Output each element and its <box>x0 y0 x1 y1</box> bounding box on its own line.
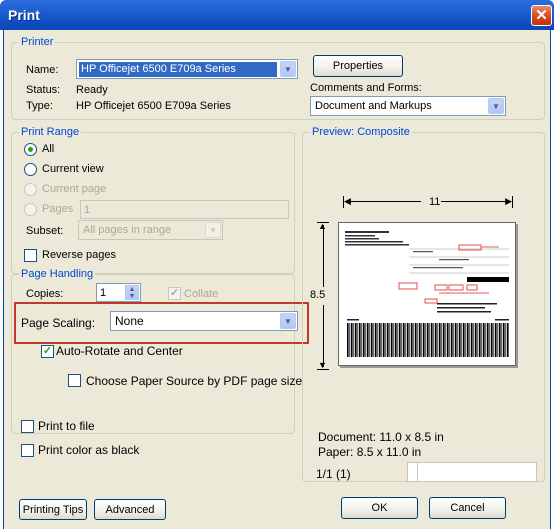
status-value: Ready <box>76 84 108 96</box>
radio-current-page-label: Current page <box>42 183 107 195</box>
printer-name-value: HP Officejet 6500 E709a Series <box>79 62 277 77</box>
preview-legend: Preview: Composite <box>310 126 412 139</box>
stepper-arrows-icon[interactable]: ▲ ▼ <box>125 285 139 300</box>
printing-tips-button[interactable]: Printing Tips <box>19 499 87 520</box>
radio-current-page[interactable] <box>24 183 37 196</box>
print-color-black-label: Print color as black <box>38 443 140 457</box>
right-arrow-icon: ▶ <box>505 196 512 206</box>
reverse-pages-label: Reverse pages <box>42 249 116 261</box>
auto-rotate-label: Auto-Rotate and Center <box>56 344 183 358</box>
subset-select[interactable]: All pages in range ▼ <box>78 220 223 240</box>
print-range-legend: Print Range <box>19 126 82 139</box>
printer-name-select[interactable]: HP Officejet 6500 E709a Series ▼ <box>76 59 298 79</box>
document-thumbnail <box>345 231 509 357</box>
up-arrow-icon: ▲ <box>318 221 327 231</box>
status-label: Status: <box>26 84 61 96</box>
document-size: Document: 11.0 x 8.5 in <box>318 430 444 444</box>
height-dimension-label: 8.5 <box>310 289 326 301</box>
paper-size: Paper: 8.5 x 11.0 in <box>318 445 422 459</box>
left-arrow-icon: ◀ <box>344 196 351 206</box>
name-label: Name: <box>26 64 59 76</box>
down-arrow-icon: ▼ <box>318 360 327 370</box>
print-to-file-checkbox[interactable] <box>21 420 34 433</box>
page-handling-legend: Page Handling <box>19 268 96 281</box>
page-slider-thumb[interactable] <box>408 463 418 481</box>
ok-button[interactable]: OK <box>341 497 418 519</box>
type-value: HP Officejet 6500 E709a Series <box>76 100 231 112</box>
paper-source-checkbox[interactable] <box>68 374 81 387</box>
pages-input-value: 1 <box>84 204 91 216</box>
close-icon[interactable]: ✕ <box>531 5 552 26</box>
print-color-black-checkbox[interactable] <box>21 444 34 457</box>
comments-select[interactable]: Document and Markups ▼ <box>310 96 506 116</box>
radio-current-view-label: Current view <box>42 163 104 175</box>
radio-current-view[interactable] <box>24 163 37 176</box>
preview-page <box>338 222 516 366</box>
copies-stepper[interactable]: 1 ▲ ▼ <box>96 283 141 302</box>
chevron-down-icon[interactable]: ▼ <box>280 61 296 77</box>
width-dimension-label: 11 <box>429 196 441 208</box>
radio-all[interactable] <box>24 143 37 156</box>
comments-value: Document and Markups <box>315 100 432 112</box>
properties-button[interactable]: Properties <box>313 55 403 77</box>
reverse-pages-checkbox[interactable] <box>24 249 37 262</box>
width-dimension: ◀ ▶ <box>343 196 513 208</box>
advanced-button[interactable]: Advanced <box>94 499 166 520</box>
page-scaling-highlight <box>14 302 309 344</box>
cancel-button[interactable]: Cancel <box>429 497 506 519</box>
collate-label: Collate <box>184 288 219 300</box>
chevron-down-icon[interactable]: ▼ <box>488 98 504 114</box>
copies-label: Copies: <box>26 288 64 300</box>
dialog-body: Printer Name: HP Officejet 6500 E709a Se… <box>3 30 551 529</box>
copies-value: 1 <box>100 287 107 299</box>
comments-label: Comments and Forms: <box>310 82 422 94</box>
auto-rotate-checkbox[interactable]: ✓ <box>41 345 54 358</box>
radio-all-label: All <box>42 143 55 155</box>
window-title: Print <box>8 7 40 23</box>
print-to-file-label: Print to file <box>38 419 95 433</box>
printer-legend: Printer <box>19 36 56 49</box>
paper-source-label: Choose Paper Source by PDF page size <box>86 374 303 388</box>
radio-pages-label: Pages <box>42 203 74 215</box>
type-label: Type: <box>26 100 53 112</box>
subset-label: Subset: <box>26 225 64 237</box>
radio-pages[interactable] <box>24 203 37 216</box>
page-slider-track[interactable] <box>407 462 537 482</box>
chevron-down-icon[interactable]: ▼ <box>205 222 221 238</box>
title-bar: Print ✕ <box>0 0 554 30</box>
collate-checkbox[interactable]: ✓ <box>168 287 181 300</box>
subset-value: All pages in range <box>83 224 172 236</box>
pages-input[interactable]: 1 <box>80 200 289 219</box>
page-counter: 1/1 (1) <box>316 467 351 481</box>
